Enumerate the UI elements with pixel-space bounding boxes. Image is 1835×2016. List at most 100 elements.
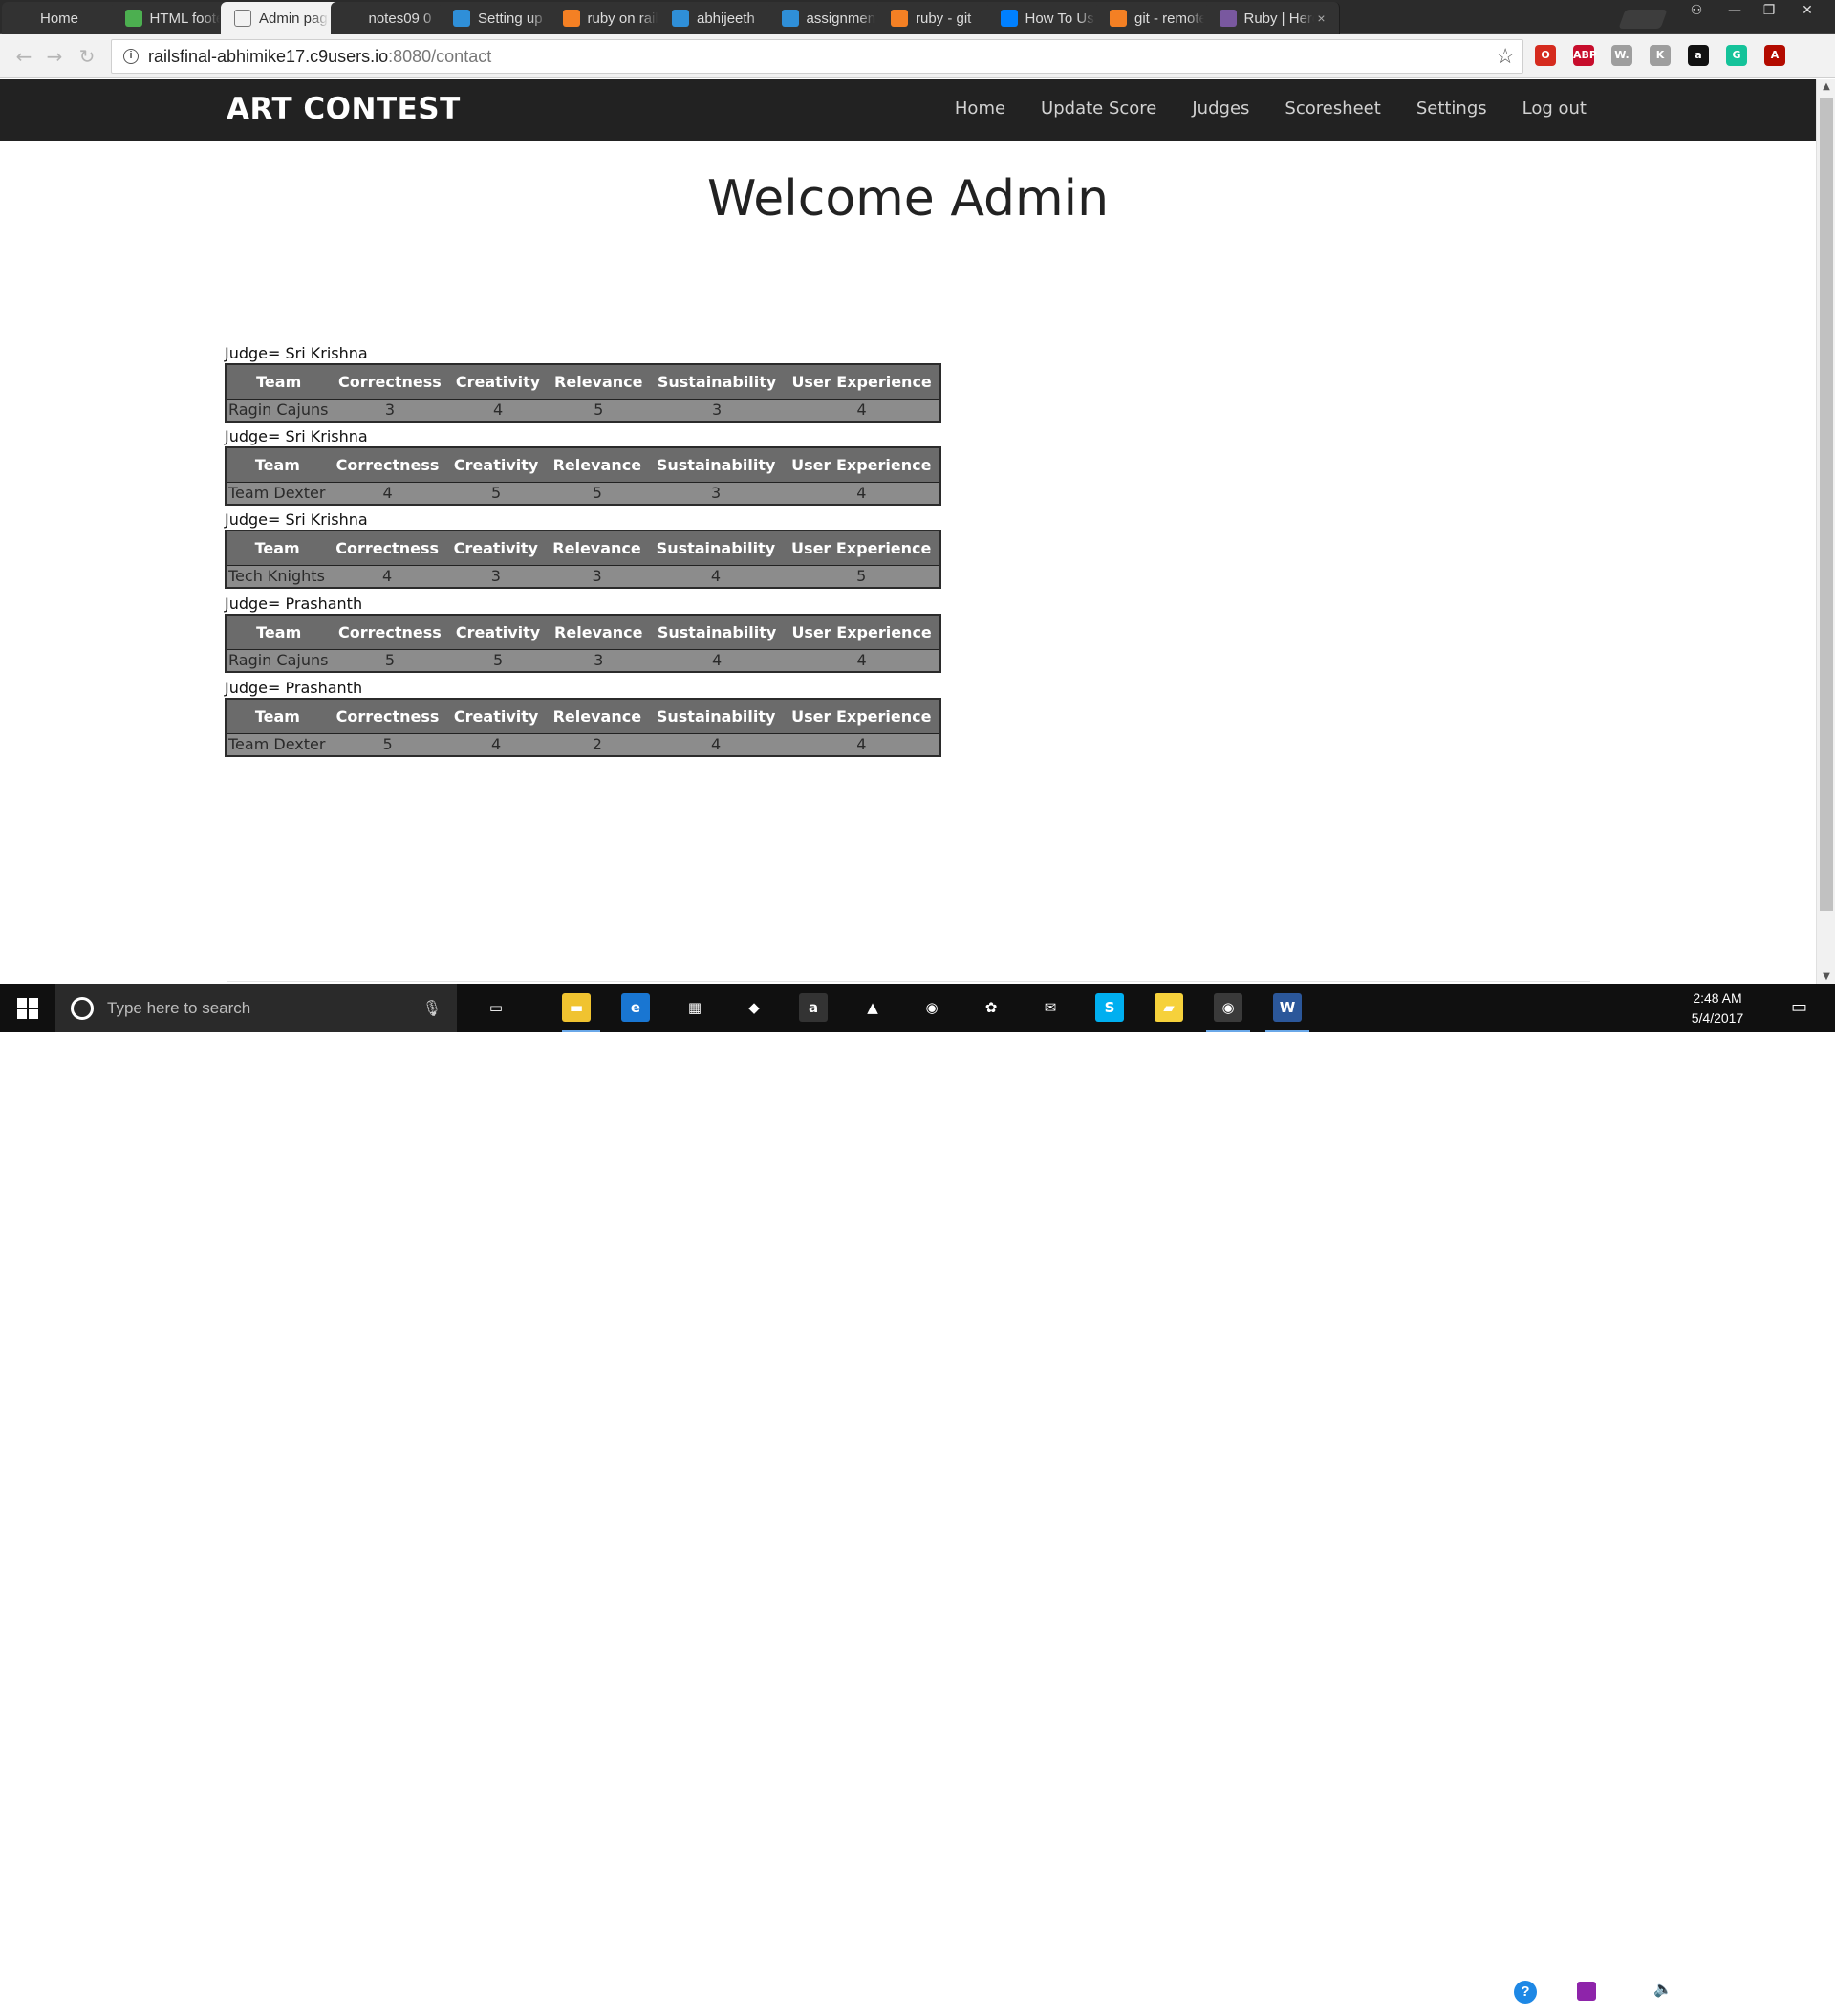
nav-judges[interactable]: Judges [1192,98,1249,119]
tray-app-icon[interactable] [1577,1982,1596,2001]
keep-icon[interactable]: K [1650,45,1671,66]
tab-title: ruby on rails [587,10,658,27]
column-header: Relevance [547,615,650,650]
windows-start-icon[interactable] [17,998,38,1019]
profile-icon[interactable]: ⚇ [1682,0,1711,21]
reload-icon[interactable]: ↻ [75,44,99,69]
scroll-up-arrow-icon[interactable]: ▲ [1817,81,1835,92]
column-header: Sustainability [648,699,784,734]
url-path: :8080/contact [388,46,492,66]
column-header: Team [226,364,332,400]
amazon-assistant-icon[interactable]: a [1688,45,1709,66]
windows-taskbar: Type here to search 🎙 ▭ ▬ e ▦ ◆ a ▲ ◉ ✿ ✉ S ▰ ◉ W ? ⌃… [0,984,1835,2004]
help-icon[interactable]: ? [1514,1981,1537,2004]
score-cell: 4 [856,484,867,503]
page-scrollbar[interactable]: ▲ ▼ [1816,79,1835,984]
score-cell: 4 [491,735,502,754]
skype-icon[interactable]: S [1095,993,1124,1022]
column-header: Correctness [328,531,446,566]
score-list: Judge= Sri Krishna Team Correctness Creativ… [225,344,941,762]
dropbox-icon[interactable]: ◆ [740,993,768,1022]
stackoverflow-icon [562,10,580,27]
judge-label: Judge= Sri Krishna [225,510,368,529]
scrollbar-thumb[interactable] [1820,98,1833,911]
taskbar-clock[interactable]: 2:48 AM 5/4/2017 [1684,988,1751,1029]
site-brand[interactable]: ART CONTEST [227,92,461,126]
heroku-icon [1219,10,1237,27]
back-arrow-icon[interactable]: ← [11,44,36,69]
paint-icon[interactable]: ✿ [977,993,1005,1022]
chevron-up-icon[interactable]: ⌃ [1552,1981,1565,1998]
mail-icon[interactable]: ✉ [1036,993,1065,1022]
score-cell: 4 [710,567,722,586]
address-bar[interactable]: i railsfinal-abhimike17.c9users.io:8080/… [111,39,1523,74]
stackoverflow-icon [1110,10,1127,27]
cloud9-icon [672,10,689,27]
score-table: Team Correctness Creativity Relevance Sustai… [225,614,941,673]
close-tab-icon[interactable]: × [1314,11,1329,26]
page-viewport: ART CONTEST Home Update Score Judges Sco… [0,79,1816,984]
table-row: Ragin Cajuns 5 5 3 4 4 [226,649,940,672]
column-header: Relevance [545,699,649,734]
chrome-active-icon[interactable]: ◉ [1214,993,1242,1022]
wordtune-icon[interactable]: W. [1611,45,1632,66]
score-cell: 5 [856,567,867,586]
store-icon[interactable]: ▦ [680,993,709,1022]
action-center[interactable]: ▭ [1781,984,1820,1032]
microphone-icon[interactable]: 🎙 [422,999,442,1018]
column-header: Correctness [331,615,449,650]
judge-score-block: Judge= Prashanth Team Correctness Creativit… [225,595,941,678]
nav-settings[interactable]: Settings [1416,98,1487,119]
sticky-notes-icon[interactable]: ▰ [1155,993,1183,1022]
scroll-down-arrow-icon[interactable]: ▼ [1817,971,1835,982]
taskbar-search-placeholder: Type here to search [107,998,251,1017]
vlc-icon[interactable]: ▲ [858,993,887,1022]
judge-label: Judge= Prashanth [225,595,363,613]
task-view-icon[interactable]: ▭ [482,993,510,1022]
score-cell: 3 [594,651,604,670]
amazon-icon[interactable]: a [799,993,828,1022]
table-header-row: Team Correctness Creativity Relevance Sustai… [226,615,940,650]
opera-vpn-icon[interactable]: O [1535,45,1556,66]
column-header: Relevance [547,364,650,400]
file-explorer-icon[interactable]: ▬ [562,993,591,1022]
table-row: Tech Knights 4 3 3 4 5 [226,565,940,588]
column-header: Sustainability [648,447,784,483]
column-header: Team [226,699,329,734]
nav-scoresheet[interactable]: Scoresheet [1284,98,1380,119]
stackoverflow-icon [891,10,908,27]
nav-update-score[interactable]: Update Score [1041,98,1156,119]
word-icon[interactable]: W [1273,993,1302,1022]
volume-icon[interactable]: 🔈 [1653,1980,1673,1999]
column-header: Creativity [448,364,548,400]
browser-tab[interactable]: Ruby | Heroku× [1205,2,1340,34]
bookmark-star-icon[interactable]: ☆ [1496,44,1515,69]
column-header: Creativity [446,447,546,483]
cortana-icon[interactable] [71,996,94,1020]
judge-score-block: Judge= Sri Krishna Team Correctness Creativ… [225,344,941,427]
team-name-cell: Tech Knights [228,567,325,586]
grammarly-icon[interactable]: G [1726,45,1747,66]
column-header: Team [226,447,329,483]
close-window-icon[interactable]: ✕ [1793,0,1822,21]
edge-icon[interactable]: e [621,993,650,1022]
taskbar-search-box[interactable]: Type here to search 🎙 [55,984,457,1032]
table-row: Ragin Cajuns 3 4 5 3 4 [226,399,940,422]
battery-icon[interactable]: ▭ [1604,1982,1617,1999]
acrobat-icon[interactable]: A [1764,45,1785,66]
minimize-icon[interactable]: — [1720,0,1749,21]
notifications-icon[interactable]: ▭ [1791,997,1807,1017]
wifi-icon[interactable]: ◠ [1629,1980,1643,1999]
tab-title: ruby - git [916,10,972,27]
table-header-row: Team Correctness Creativity Relevance Sustai… [226,447,940,483]
score-cell: 3 [711,484,722,503]
tab-title: assignment [806,10,876,27]
chrome-icon[interactable]: ◉ [918,993,946,1022]
adblock-plus-icon[interactable]: ABP [1573,45,1597,66]
forward-arrow-icon[interactable]: → [42,44,67,69]
nav-log-out[interactable]: Log out [1522,98,1587,119]
nav-home[interactable]: Home [955,98,1005,119]
new-tab-button[interactable] [1618,10,1668,29]
site-info-icon[interactable]: i [123,49,139,64]
restore-icon[interactable]: ❐ [1755,0,1783,21]
